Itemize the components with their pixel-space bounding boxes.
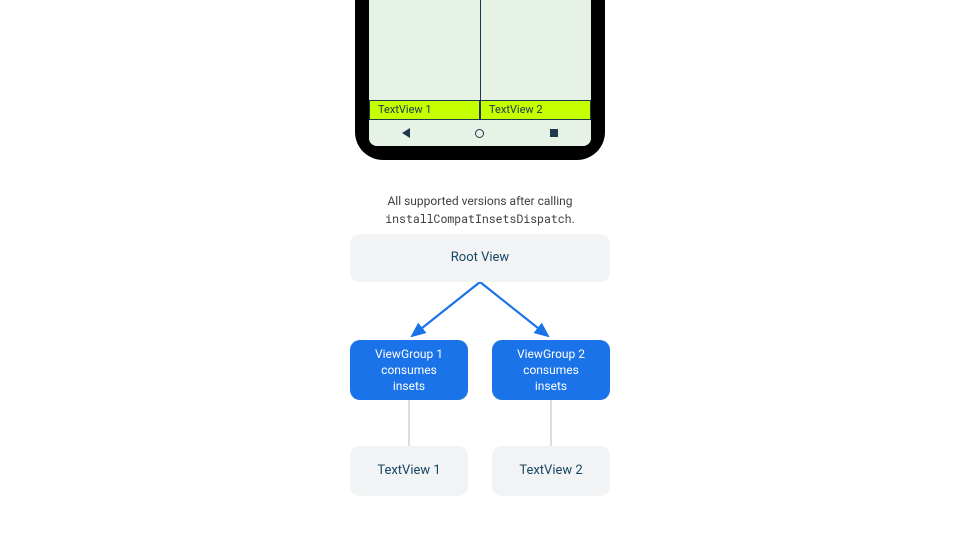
diagram-stage: TextView 1 TextView 2 All supported vers… [320, 0, 640, 540]
android-navbar [369, 120, 591, 146]
textview-row: TextView 1 TextView 2 [369, 100, 591, 120]
recents-icon [550, 129, 558, 137]
back-icon [402, 128, 410, 138]
view-tree-diagram: Root View ViewGroup 1consumesinsets View… [320, 234, 640, 534]
caption-suffix: . [572, 212, 575, 226]
node-viewgroup-1: ViewGroup 1consumesinsets [350, 340, 468, 400]
home-icon [475, 129, 484, 138]
phone-textview-2: TextView 2 [480, 100, 591, 120]
caption-line-1: All supported versions after calling [387, 194, 572, 208]
caption-code: installCompatInsetsDispatch [385, 212, 571, 227]
node-viewgroup-2: ViewGroup 2consumesinsets [492, 340, 610, 400]
phone-textview-1: TextView 1 [369, 100, 480, 120]
node-textview-2: TextView 2 [492, 446, 610, 496]
phone-screen: TextView 1 TextView 2 [369, 0, 591, 146]
node-textview-1: TextView 1 [350, 446, 468, 496]
phone-mock: TextView 1 TextView 2 [355, 0, 605, 160]
node-root-view: Root View [350, 234, 610, 282]
figure-caption: All supported versions after calling ins… [320, 192, 640, 228]
screen-divider [480, 0, 481, 100]
